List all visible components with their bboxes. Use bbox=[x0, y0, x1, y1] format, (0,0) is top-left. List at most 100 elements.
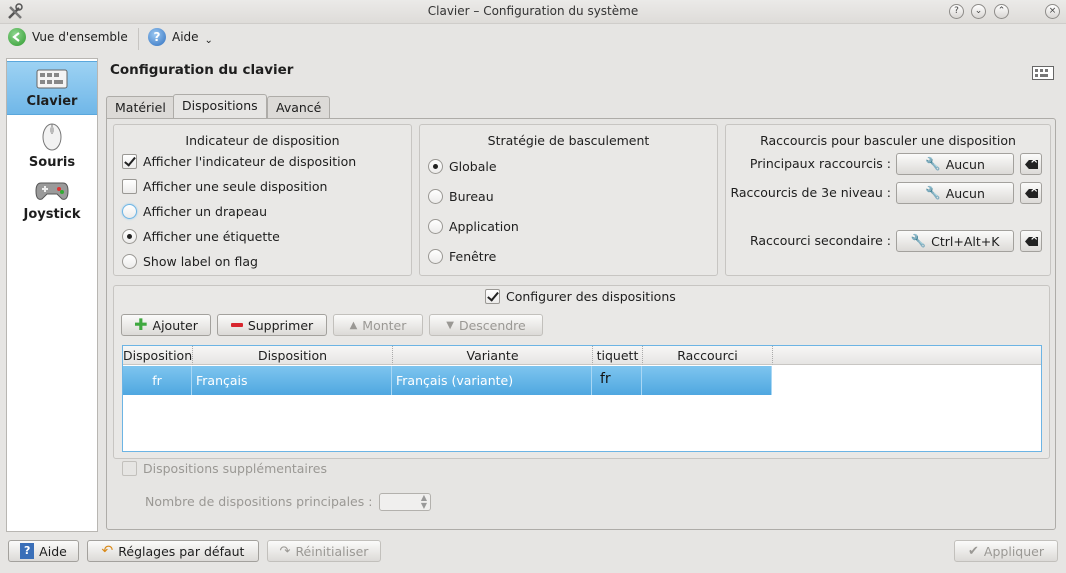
move-up-button[interactable]: ▲ Monter bbox=[333, 314, 423, 336]
help-label: Aide bbox=[39, 543, 67, 559]
radio-unselected[interactable] bbox=[428, 189, 443, 204]
add-label: Ajouter bbox=[152, 317, 198, 333]
show-flag-radio[interactable]: Afficher un drapeau bbox=[122, 204, 267, 219]
secondary-shortcut-button[interactable]: 🔧 Ctrl+Alt+K bbox=[896, 230, 1014, 252]
wrench-icon: 🔧 bbox=[925, 185, 941, 200]
global-radio[interactable]: Globale bbox=[428, 159, 497, 174]
layouts-table[interactable]: Disposition Disposition Variante tiquett… bbox=[122, 345, 1042, 452]
arrow-down-icon: ▼ bbox=[446, 319, 454, 331]
restore-defaults-icon: ↶ bbox=[101, 543, 114, 559]
clear-level3-shortcut-button[interactable] bbox=[1020, 182, 1042, 204]
level3-shortcut-button[interactable]: 🔧 Aucun bbox=[896, 182, 1014, 204]
tab-hardware[interactable]: Matériel bbox=[106, 96, 175, 118]
sidebar-item-keyboard[interactable]: Clavier bbox=[7, 61, 97, 115]
indicator-group: Indicateur de disposition Afficher l'ind… bbox=[113, 124, 412, 276]
extra-layouts-checkbox[interactable]: Dispositions supplémentaires bbox=[122, 461, 327, 476]
backspace-clear-icon bbox=[1025, 160, 1038, 169]
defaults-button[interactable]: ↶ Réglages par défaut bbox=[87, 540, 259, 562]
sidebar-item-mouse[interactable]: Souris bbox=[7, 121, 97, 175]
help-window-icon[interactable]: ? bbox=[949, 4, 964, 19]
maximize-icon[interactable]: ⌃ bbox=[994, 4, 1009, 19]
checkbox-unchecked[interactable] bbox=[122, 179, 137, 194]
sidebar: Clavier Souris Joystick bbox=[6, 58, 98, 532]
radio-unselected[interactable] bbox=[122, 254, 137, 269]
sidebar-item-label: Joystick bbox=[23, 207, 81, 222]
configure-layouts-checkbox[interactable]: Configurer des dispositions bbox=[485, 289, 676, 304]
tab-advanced[interactable]: Avancé bbox=[267, 96, 331, 118]
clear-secondary-shortcut-button[interactable] bbox=[1020, 230, 1042, 252]
keyboard-icon bbox=[36, 69, 68, 89]
cell-shortcut[interactable] bbox=[642, 366, 772, 395]
defaults-label: Réglages par défaut bbox=[118, 543, 245, 559]
radio-unselected[interactable] bbox=[122, 204, 137, 219]
backspace-clear-icon bbox=[1025, 237, 1038, 246]
keyboard-small-icon bbox=[1032, 66, 1054, 80]
help-icon: ? bbox=[148, 28, 166, 46]
help-book-icon: ? bbox=[20, 543, 35, 559]
column-header-variant[interactable]: Variante bbox=[392, 346, 592, 365]
clear-main-shortcut-button[interactable] bbox=[1020, 153, 1042, 175]
column-header-shortcut[interactable]: Raccourci bbox=[642, 346, 772, 365]
switching-title: Stratégie de basculement bbox=[487, 133, 650, 148]
apply-button[interactable]: ✔ Appliquer bbox=[954, 540, 1058, 562]
radio-unselected[interactable] bbox=[428, 219, 443, 234]
desktop-radio[interactable]: Bureau bbox=[428, 189, 494, 204]
cell-label[interactable]: fr bbox=[592, 366, 642, 395]
application-radio[interactable]: Application bbox=[428, 219, 519, 234]
help-menu-button[interactable]: ? Aide ⌄ bbox=[148, 28, 213, 46]
checkbox-disabled[interactable] bbox=[122, 461, 137, 476]
title-bar: Clavier – Configuration du système ? ⌄ ⌃… bbox=[0, 0, 1066, 24]
radio-selected[interactable] bbox=[428, 159, 443, 174]
window-radio[interactable]: Fenêtre bbox=[428, 249, 496, 264]
spin-arrows-icon[interactable]: ▲ ▼ bbox=[421, 494, 427, 510]
backspace-clear-icon bbox=[1025, 189, 1038, 198]
show-label-radio[interactable]: Afficher une étiquette bbox=[122, 229, 280, 244]
down-label: Descendre bbox=[458, 317, 526, 333]
checkbox-checked[interactable] bbox=[122, 154, 137, 169]
column-header-label[interactable]: tiquett bbox=[592, 346, 642, 365]
label-on-flag-radio[interactable]: Show label on flag bbox=[122, 254, 258, 269]
remove-label: Supprimer bbox=[247, 317, 314, 333]
main-shortcut-button[interactable]: 🔧 Aucun bbox=[896, 153, 1014, 175]
move-down-button[interactable]: ▼ Descendre bbox=[429, 314, 543, 336]
minimize-icon[interactable]: ⌄ bbox=[971, 4, 986, 19]
column-header-layout[interactable]: Disposition bbox=[192, 346, 392, 365]
add-layout-button[interactable]: ✚ Ajouter bbox=[121, 314, 211, 336]
overview-label: Vue d'ensemble bbox=[32, 30, 128, 44]
option-label: Fenêtre bbox=[449, 249, 497, 264]
toolbar: Vue d'ensemble ? Aide ⌄ bbox=[0, 24, 1066, 54]
help-button[interactable]: ? Aide bbox=[8, 540, 79, 562]
reset-button[interactable]: ↷ Réinitialiser bbox=[267, 540, 381, 562]
option-label: Globale bbox=[449, 159, 497, 174]
option-label: Afficher l'indicateur de disposition bbox=[143, 154, 357, 169]
show-indicator-checkbox[interactable]: Afficher l'indicateur de disposition bbox=[122, 154, 356, 169]
sidebar-item-label: Clavier bbox=[26, 94, 78, 109]
checkbox-checked[interactable] bbox=[485, 289, 500, 304]
overview-button[interactable]: Vue d'ensemble bbox=[8, 28, 128, 46]
main-layouts-count-spinbox[interactable]: ▲ ▼ bbox=[379, 493, 431, 511]
tab-layouts[interactable]: Dispositions bbox=[173, 94, 267, 119]
single-layout-checkbox[interactable]: Afficher une seule disposition bbox=[122, 179, 327, 194]
shortcuts-title: Raccourcis pour basculer une disposition bbox=[760, 133, 1016, 148]
plus-icon: ✚ bbox=[134, 315, 148, 334]
cell-map[interactable]: fr bbox=[123, 366, 192, 395]
main-layouts-count-label: Nombre de dispositions principales : bbox=[145, 494, 373, 509]
close-icon[interactable]: × bbox=[1045, 4, 1060, 19]
sidebar-item-joystick[interactable]: Joystick bbox=[7, 179, 97, 233]
column-header-map[interactable]: Disposition bbox=[123, 346, 192, 365]
shortcut-value: Aucun bbox=[945, 185, 985, 201]
level3-shortcut-label: Raccourcis de 3e niveau : bbox=[730, 185, 891, 200]
apply-check-icon: ✔ bbox=[968, 543, 979, 559]
cell-layout[interactable]: Français bbox=[192, 366, 392, 395]
switching-group: Stratégie de basculement Globale Bureau … bbox=[419, 124, 718, 276]
extra-layouts-label: Dispositions supplémentaires bbox=[143, 461, 327, 476]
radio-unselected[interactable] bbox=[428, 249, 443, 264]
shortcut-value: Ctrl+Alt+K bbox=[931, 233, 1000, 249]
radio-selected[interactable] bbox=[122, 229, 137, 244]
option-label: Bureau bbox=[449, 189, 494, 204]
up-label: Monter bbox=[362, 317, 407, 333]
remove-layout-button[interactable]: Supprimer bbox=[217, 314, 327, 336]
toolbar-separator bbox=[138, 28, 139, 50]
main-shortcut-label: Principaux raccourcis : bbox=[749, 156, 891, 171]
cell-variant[interactable]: Français (variante) bbox=[392, 366, 592, 395]
